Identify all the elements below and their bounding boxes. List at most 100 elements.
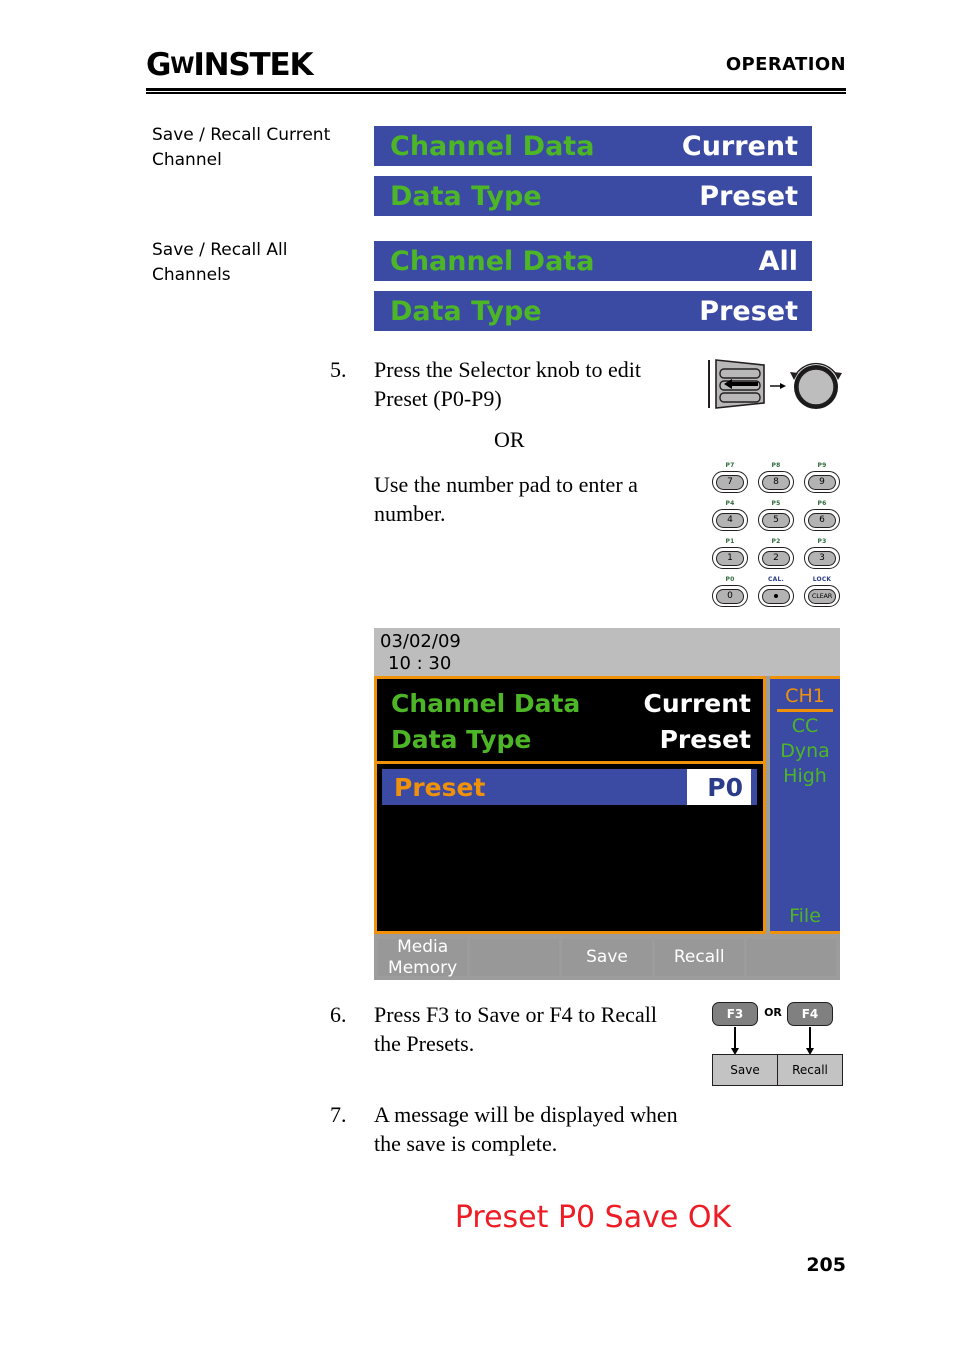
numpad-key-8[interactable]: P8 8 <box>754 462 798 499</box>
step-7: 7. A message will be displayed when the … <box>330 1100 684 1158</box>
lcd-mode-cc: CC <box>791 715 819 737</box>
numpad-key-7-label: 7 <box>716 474 744 490</box>
menu-banner-data-type-preset: Data Type Preset <box>374 176 812 216</box>
number-pad-instruction: Use the number pad to enter a number. <box>374 472 638 526</box>
numpad-key-1-cap[interactable]: 1 <box>712 547 748 569</box>
f3-key[interactable]: F3 <box>712 1002 758 1026</box>
banner-key: Channel Data <box>390 245 595 277</box>
numpad-key-9-label: 9 <box>808 474 836 490</box>
manual-page: GWINSTEK OPERATION Save / Recall Current… <box>0 0 954 1349</box>
numpad-key-1[interactable]: P1 1 <box>708 538 752 575</box>
numpad-key-4-label: 4 <box>716 512 744 528</box>
numpad-key-clear-label: CLEAR <box>808 588 836 604</box>
header-title: OPERATION <box>725 54 846 75</box>
gw-instek-logo: GWINSTEK <box>146 47 313 86</box>
numpad-key-clear[interactable]: LOCK CLEAR <box>800 576 844 613</box>
softkey-f5-empty[interactable] <box>746 939 837 976</box>
step-5-text: Press the Selector knob to edit Preset (… <box>374 357 642 411</box>
softkey-memory-label: Memory <box>388 957 458 978</box>
fkey-recall-softkey[interactable]: Recall <box>777 1054 843 1086</box>
numpad-key-6-cap[interactable]: 6 <box>804 509 840 531</box>
lcd-channel-underline <box>777 709 833 712</box>
lcd-row-channel-data: Channel Data Current <box>391 686 751 722</box>
knob-icon <box>708 359 842 409</box>
numpad-key-3-cap[interactable]: 3 <box>804 547 840 569</box>
lcd-mode-dyna: Dyna <box>780 740 830 762</box>
numpad-key-clear-cap[interactable]: CLEAR <box>804 585 840 607</box>
lcd-status-sidebar: CH1 CC Dyna High File <box>770 676 840 934</box>
numpad-key-decimal-cap[interactable] <box>758 585 794 607</box>
step-6: 6. Press F3 to Save or F4 to Recall the … <box>330 1000 684 1058</box>
arrow-down-icon <box>731 1027 739 1055</box>
step-6-text: Press F3 to Save or F4 to Recall the Pre… <box>374 1002 657 1056</box>
lcd-date: 03/02/09 <box>380 631 461 652</box>
lcd-row-data-type: Data Type Preset <box>391 722 751 758</box>
fkey-or-label: OR <box>764 1006 782 1019</box>
banner-key: Channel Data <box>390 130 595 162</box>
numpad-key-7[interactable]: P7 7 <box>708 462 752 499</box>
numpad-key-2[interactable]: P2 2 <box>754 538 798 575</box>
lcd-main-area: Channel Data Current Data Type Preset Pr… <box>374 676 766 934</box>
numpad-key-2-cap[interactable]: 2 <box>758 547 794 569</box>
numpad-key-5-cap[interactable]: 5 <box>758 509 794 531</box>
softkey-label: Save <box>586 947 628 967</box>
lcd-row-key: Data Type <box>391 725 532 754</box>
numpad-key-9-alt-label: P9 <box>817 462 827 469</box>
numpad-key-5[interactable]: P5 5 <box>754 500 798 537</box>
lcd-row-value: Preset <box>659 725 751 754</box>
step-6-number: 6. <box>330 1002 347 1027</box>
numpad-key-4-cap[interactable]: 4 <box>712 509 748 531</box>
numpad-key-3[interactable]: P3 3 <box>800 538 844 575</box>
numpad-key-6-label: 6 <box>808 512 836 528</box>
numpad-key-9[interactable]: P9 9 <box>800 462 844 499</box>
numpad-key-decimal[interactable]: CAL. <box>754 576 798 613</box>
numpad-key-2-label: 2 <box>762 550 790 566</box>
numpad-key-clear-alt-label: LOCK <box>812 576 832 583</box>
logo-text-g: G <box>146 47 171 83</box>
numpad-key-0[interactable]: P0 0 <box>708 576 752 613</box>
numpad-key-8-label: 8 <box>762 474 790 490</box>
side-label-save-recall-current: Save / Recall Current Channel <box>152 125 331 170</box>
numpad-key-7-cap[interactable]: 7 <box>712 471 748 493</box>
lcd-time: 10 : 30 <box>388 653 452 674</box>
banner-value: All <box>758 245 798 277</box>
lcd-mode-high: High <box>783 765 827 787</box>
selector-knob-illustration <box>706 356 846 418</box>
numpad-key-0-cap[interactable]: 0 <box>712 585 748 607</box>
lcd-preset-row[interactable]: Preset P0 <box>382 769 757 805</box>
numpad-key-5-alt-label: P5 <box>771 500 781 507</box>
numpad-key-6[interactable]: P6 6 <box>800 500 844 537</box>
numpad-key-7-alt-label: P7 <box>725 462 735 469</box>
menu-banner-data-type-preset-all: Data Type Preset <box>374 291 812 331</box>
logo-text-instek: INSTEK <box>193 47 313 83</box>
numpad-key-1-label: 1 <box>716 550 744 566</box>
fkey-save-softkey[interactable]: Save <box>712 1054 778 1086</box>
numpad-key-8-alt-label: P8 <box>771 462 781 469</box>
softkey-save[interactable]: Save <box>562 939 652 976</box>
softkey-media-memory[interactable]: Media Memory <box>378 936 468 978</box>
banner-key: Data Type <box>390 180 542 212</box>
logo-text-w: W <box>170 54 194 79</box>
lcd-menu-rows: Channel Data Current Data Type Preset <box>377 679 763 764</box>
numpad-key-1-alt-label: P1 <box>725 538 735 545</box>
lcd-row-value: Current <box>643 689 751 718</box>
numpad-key-2-alt-label: P2 <box>771 538 781 545</box>
lcd-clock: 03/02/09 10 : 30 <box>374 628 840 676</box>
numpad-key-9-cap[interactable]: 9 <box>804 471 840 493</box>
step-7-text: A message will be displayed when the sav… <box>374 1102 678 1156</box>
numpad-key-0-alt-label: P0 <box>725 576 735 583</box>
softkey-media-label: Media <box>397 936 449 957</box>
numpad-key-8-cap[interactable]: 8 <box>758 471 794 493</box>
lcd-preset-label: Preset <box>394 772 486 802</box>
lcd-preset-value[interactable]: P0 <box>687 769 751 805</box>
numpad-key-3-label: 3 <box>808 550 836 566</box>
numpad-key-5-label: 5 <box>762 512 790 528</box>
softkey-recall[interactable]: Recall <box>654 939 744 976</box>
lcd-screen-illustration: 03/02/09 10 : 30 Channel Data Current Da… <box>374 628 840 980</box>
numpad-key-3-alt-label: P3 <box>817 538 827 545</box>
numpad-key-0-label: 0 <box>716 588 744 604</box>
f4-key[interactable]: F4 <box>787 1002 833 1026</box>
numpad-key-6-alt-label: P6 <box>817 500 827 507</box>
softkey-f2-empty[interactable] <box>470 939 560 976</box>
numpad-key-4[interactable]: P4 4 <box>708 500 752 537</box>
